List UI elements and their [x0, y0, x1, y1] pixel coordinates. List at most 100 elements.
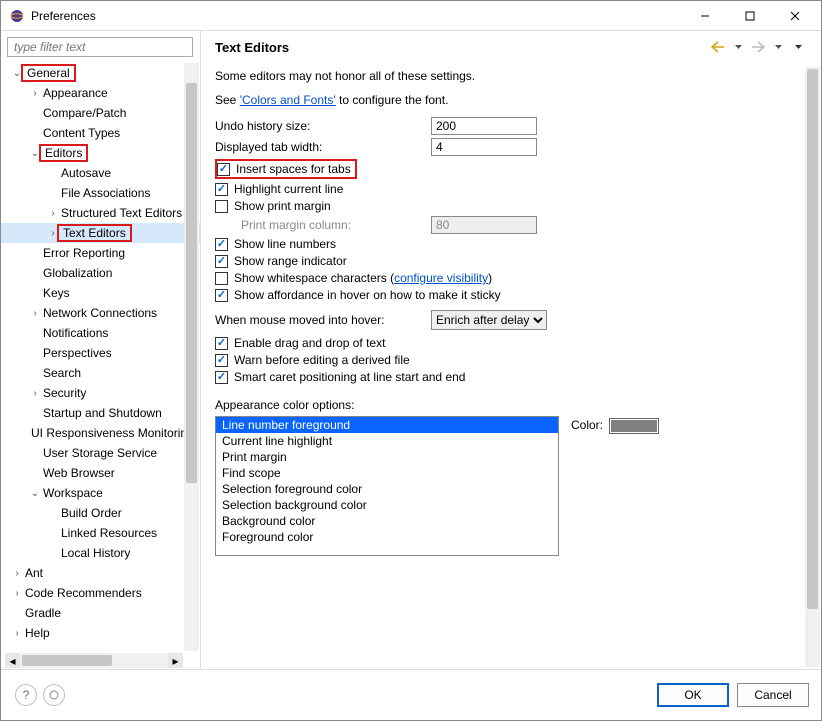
tree-item-label: Code Recommenders	[23, 586, 142, 600]
color-option[interactable]: Selection background color	[216, 497, 558, 513]
twisty-icon[interactable]: ›	[29, 88, 41, 99]
tree-item-globalization[interactable]: Globalization	[1, 263, 200, 283]
help-button[interactable]: ?	[15, 684, 37, 706]
configure-visibility-link[interactable]: configure visibility	[394, 271, 488, 285]
twisty-icon[interactable]: ›	[11, 588, 23, 599]
tree-item-label: UI Responsiveness Monitoring	[29, 426, 194, 440]
tree-item-text-editors[interactable]: ›Text Editors	[1, 223, 200, 243]
twisty-icon[interactable]: ⌄	[29, 488, 41, 499]
range-indicator-checkbox[interactable]	[215, 255, 228, 268]
twisty-icon[interactable]: ›	[29, 388, 41, 399]
tree-item-user-storage-service[interactable]: User Storage Service	[1, 443, 200, 463]
affordance-label: Show affordance in hover on how to make …	[234, 288, 501, 302]
tree-item-structured-text-editors[interactable]: ›Structured Text Editors	[1, 203, 200, 223]
twisty-icon[interactable]: ›	[47, 208, 59, 219]
tree-item-security[interactable]: ›Security	[1, 383, 200, 403]
color-picker-row: Line number foregroundCurrent line highl…	[215, 416, 803, 556]
affordance-checkbox[interactable]	[215, 289, 228, 302]
tree-item-notifications[interactable]: Notifications	[1, 323, 200, 343]
print-margin-checkbox[interactable]	[215, 200, 228, 213]
hover-select[interactable]: Enrich after delay	[431, 310, 547, 330]
color-option[interactable]: Print margin	[216, 449, 558, 465]
tree-item-keys[interactable]: Keys	[1, 283, 200, 303]
undo-history-label: Undo history size:	[215, 119, 431, 133]
ok-button[interactable]: OK	[657, 683, 729, 707]
tree-item-appearance[interactable]: ›Appearance	[1, 83, 200, 103]
tree-hscrollbar[interactable]: ◂▸	[5, 653, 183, 668]
smart-caret-label: Smart caret positioning at line start an…	[234, 370, 465, 384]
tree-item-workspace[interactable]: ⌄Workspace	[1, 483, 200, 503]
smart-caret-checkbox[interactable]	[215, 371, 228, 384]
color-option[interactable]: Background color	[216, 513, 558, 529]
tree-item-editors[interactable]: ⌄Editors	[1, 143, 200, 163]
tab-width-input[interactable]	[431, 138, 537, 156]
forward-button[interactable]	[749, 39, 767, 55]
color-option[interactable]: Line number foreground	[216, 417, 558, 433]
tree-item-label: File Associations	[59, 186, 150, 200]
main-body: Some editors may not honor all of these …	[201, 61, 821, 669]
tree-item-startup-and-shutdown[interactable]: Startup and Shutdown	[1, 403, 200, 423]
tree-item-ant[interactable]: ›Ant	[1, 563, 200, 583]
tree-item-network-connections[interactable]: ›Network Connections	[1, 303, 200, 323]
color-option[interactable]: Find scope	[216, 465, 558, 481]
cancel-button[interactable]: Cancel	[737, 683, 809, 707]
tree-item-ui-responsiveness-monitoring[interactable]: UI Responsiveness Monitoring	[1, 423, 200, 443]
import-export-button[interactable]	[43, 684, 65, 706]
forward-menu-icon[interactable]	[769, 39, 787, 55]
color-options-list[interactable]: Line number foregroundCurrent line highl…	[215, 416, 559, 556]
insert-spaces-checkbox[interactable]	[217, 163, 230, 176]
tree-item-perspectives[interactable]: Perspectives	[1, 343, 200, 363]
tree-item-autosave[interactable]: Autosave	[1, 163, 200, 183]
tree-item-code-recommenders[interactable]: ›Code Recommenders	[1, 583, 200, 603]
filter-input[interactable]	[7, 37, 193, 57]
insert-spaces-row: Insert spaces for tabs	[215, 159, 803, 179]
dnd-checkbox[interactable]	[215, 337, 228, 350]
line-numbers-checkbox[interactable]	[215, 238, 228, 251]
tree-item-label: Error Reporting	[41, 246, 125, 260]
tree-item-local-history[interactable]: Local History	[1, 543, 200, 563]
tree-item-search[interactable]: Search	[1, 363, 200, 383]
page-title: Text Editors	[215, 40, 707, 55]
warn-derived-label: Warn before editing a derived file	[234, 353, 410, 367]
twisty-icon[interactable]: ›	[11, 568, 23, 579]
tree-item-file-associations[interactable]: File Associations	[1, 183, 200, 203]
twisty-icon[interactable]: ›	[29, 308, 41, 319]
tree-item-web-browser[interactable]: Web Browser	[1, 463, 200, 483]
tree-item-label: Text Editors	[57, 224, 132, 242]
tree-item-gradle[interactable]: Gradle	[1, 603, 200, 623]
preferences-tree[interactable]: ⌄General›AppearanceCompare/PatchContent …	[1, 61, 200, 669]
tree-item-label: Notifications	[41, 326, 108, 340]
main-vscrollbar[interactable]	[805, 67, 820, 667]
tree-item-build-order[interactable]: Build Order	[1, 503, 200, 523]
configure-text: to configure the font.	[336, 93, 449, 107]
undo-history-input[interactable]	[431, 117, 537, 135]
tree-item-general[interactable]: ⌄General	[1, 63, 200, 83]
maximize-button[interactable]	[727, 2, 772, 30]
close-button[interactable]	[772, 2, 817, 30]
tree-item-content-types[interactable]: Content Types	[1, 123, 200, 143]
affordance-row: Show affordance in hover on how to make …	[215, 288, 803, 302]
color-label: Color:	[571, 418, 603, 432]
tree-item-label: Structured Text Editors	[59, 206, 182, 220]
undo-history-row: Undo history size:	[215, 117, 803, 135]
color-option[interactable]: Selection foreground color	[216, 481, 558, 497]
color-option[interactable]: Current line highlight	[216, 433, 558, 449]
color-swatch[interactable]	[609, 418, 659, 434]
tree-vscrollbar[interactable]	[184, 63, 199, 651]
warn-derived-checkbox[interactable]	[215, 354, 228, 367]
highlight-line-checkbox[interactable]	[215, 183, 228, 196]
twisty-icon[interactable]: ›	[11, 628, 23, 639]
back-button[interactable]	[709, 39, 727, 55]
tree-item-label: Linked Resources	[59, 526, 157, 540]
tree-item-linked-resources[interactable]: Linked Resources	[1, 523, 200, 543]
tree-item-label: Web Browser	[41, 466, 115, 480]
tree-item-error-reporting[interactable]: Error Reporting	[1, 243, 200, 263]
tree-item-help[interactable]: ›Help	[1, 623, 200, 643]
whitespace-checkbox[interactable]	[215, 272, 228, 285]
tree-item-compare-patch[interactable]: Compare/Patch	[1, 103, 200, 123]
minimize-button[interactable]	[682, 2, 727, 30]
view-menu-button[interactable]	[789, 39, 807, 55]
back-menu-icon[interactable]	[729, 39, 747, 55]
colors-fonts-link[interactable]: 'Colors and Fonts'	[240, 93, 336, 107]
color-option[interactable]: Foreground color	[216, 529, 558, 545]
